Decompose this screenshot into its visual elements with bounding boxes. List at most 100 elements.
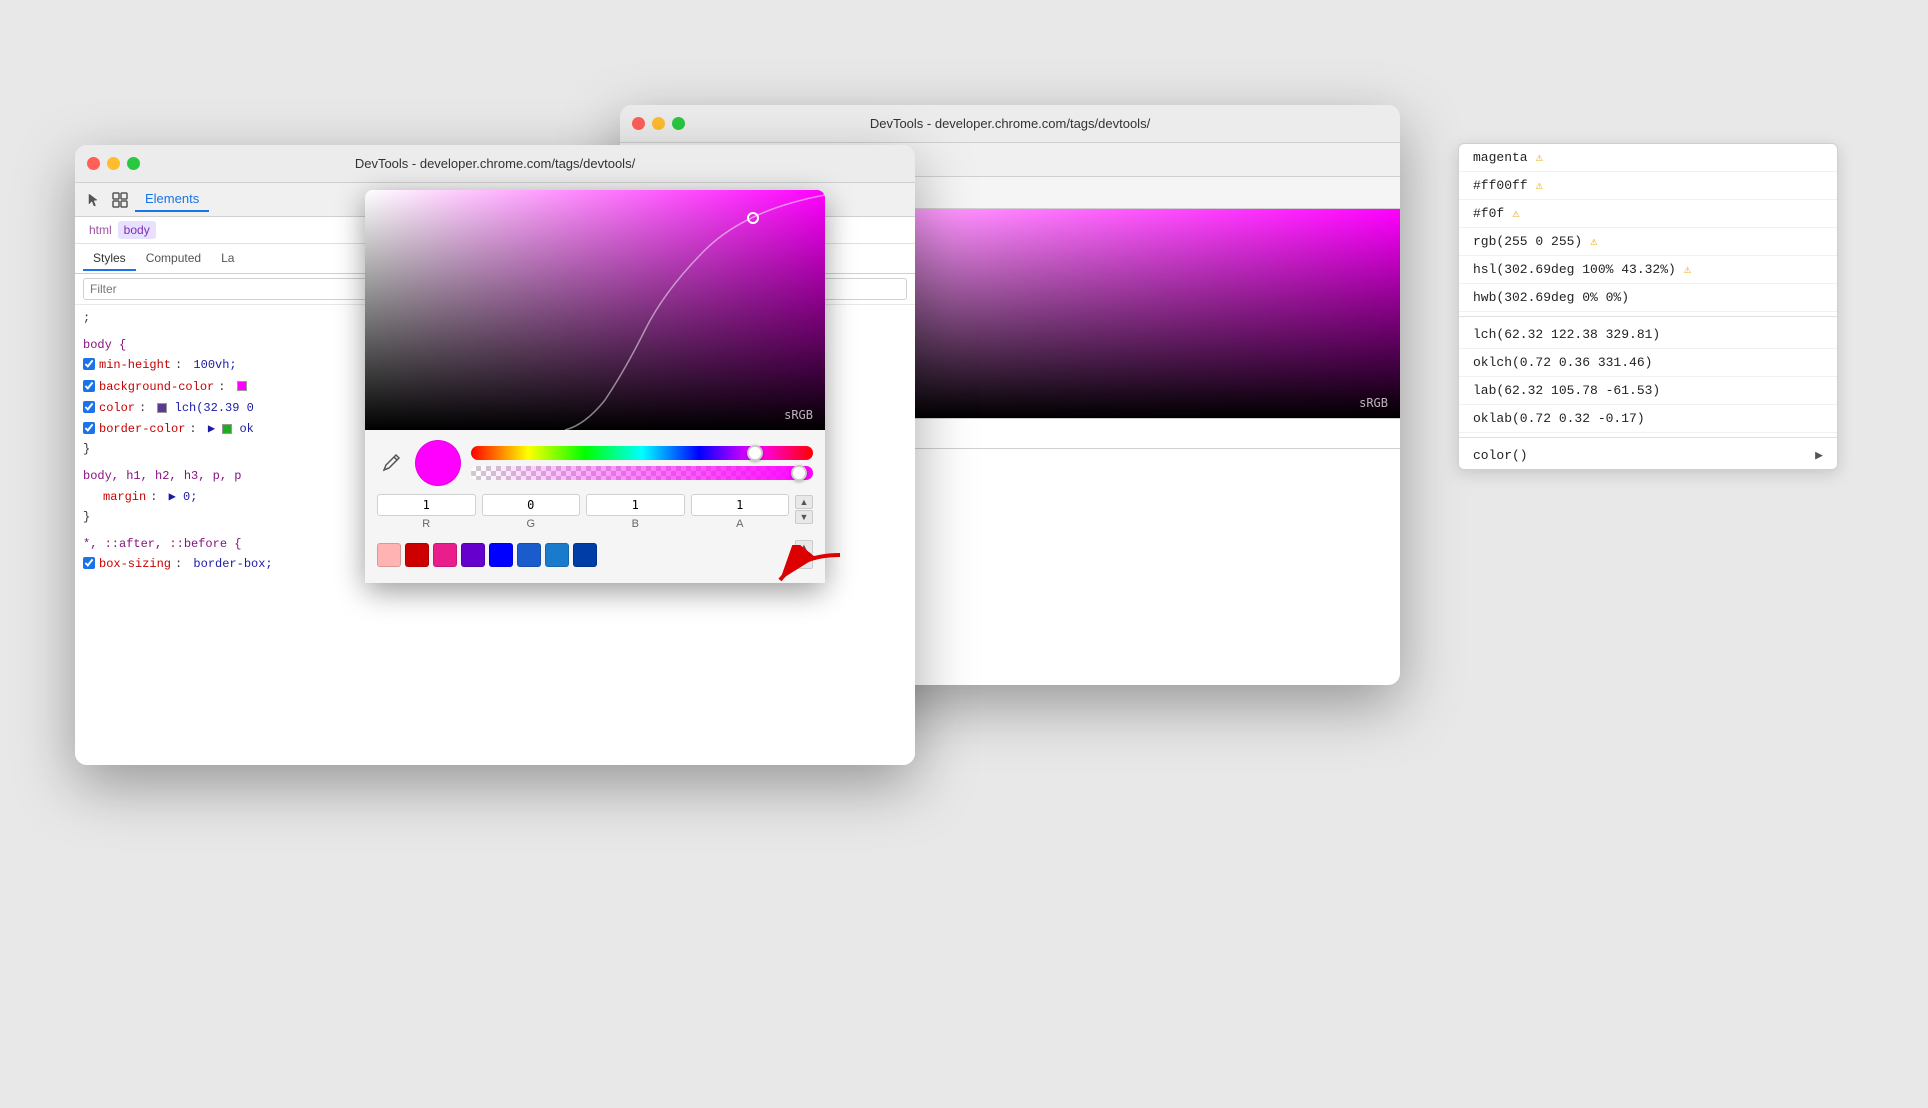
color-name-rgb[interactable]: rgb(255 0 255) ⚠: [1459, 228, 1837, 256]
alpha-slider[interactable]: [471, 466, 813, 480]
css-semicolon: ;: [83, 311, 90, 325]
breadcrumb-html[interactable]: html: [83, 221, 118, 239]
close-button-back[interactable]: [632, 117, 645, 130]
color-preview-circle: [415, 440, 461, 486]
checkbox-border-color[interactable]: [83, 422, 95, 434]
warning-icon-rgb: ⚠: [1590, 234, 1597, 249]
color-name-color[interactable]: color() ▶: [1459, 442, 1837, 469]
swatch-0[interactable]: [377, 543, 401, 567]
color-name-lch[interactable]: lch(62.32 122.38 329.81): [1459, 321, 1837, 349]
color-name-hwb-text: hwb(302.69deg 0% 0%): [1473, 290, 1629, 305]
color-name-lch-text: lch(62.32 122.38 329.81): [1473, 327, 1660, 342]
swatch-1[interactable]: [405, 543, 429, 567]
prop-name-margin: margin: [103, 488, 146, 507]
swatches-stepper-down[interactable]: ▼: [795, 555, 813, 569]
inspect-icon[interactable]: [109, 189, 131, 211]
colon-2: :: [218, 378, 232, 397]
input-group-a: A: [691, 494, 790, 530]
maximize-button-front[interactable]: [127, 157, 140, 170]
eyedropper-button[interactable]: [377, 449, 405, 477]
channel-label-a: A: [736, 518, 743, 530]
color-swatch-color[interactable]: [157, 403, 167, 413]
sliders-column: [471, 446, 813, 480]
color-gradient-area[interactable]: sRGB: [365, 190, 825, 430]
color-swatch-border[interactable]: [222, 424, 232, 434]
swatch-4[interactable]: [489, 543, 513, 567]
picker-stepper: ▲ ▼: [795, 495, 813, 524]
checkbox-background-color[interactable]: [83, 380, 95, 392]
checkbox-min-height[interactable]: [83, 358, 95, 370]
panel-tab-styles[interactable]: Styles: [83, 247, 136, 271]
color-name-ff00ff-text: #ff00ff: [1473, 178, 1528, 193]
color-name-lab[interactable]: lab(62.32 105.78 -61.53): [1459, 377, 1837, 405]
color-name-magenta[interactable]: magenta ⚠: [1459, 144, 1837, 172]
channel-label-r: R: [422, 518, 430, 530]
stepper-down[interactable]: ▼: [795, 510, 813, 524]
dropdown-divider-2: [1459, 437, 1837, 438]
prop-value-bg-color: [237, 378, 247, 397]
channel-input-b[interactable]: [586, 494, 685, 516]
prop-value-margin: ▶ 0;: [169, 488, 198, 507]
swatches-stepper: ▲ ▼: [795, 540, 813, 569]
panel-tab-computed[interactable]: Computed: [136, 247, 211, 271]
hue-slider-thumb: [747, 445, 763, 461]
color-name-oklch[interactable]: oklch(0.72 0.36 331.46): [1459, 349, 1837, 377]
maximize-button-back[interactable]: [672, 117, 685, 130]
channel-input-g[interactable]: [482, 494, 581, 516]
breadcrumb-body[interactable]: body: [118, 221, 156, 239]
dropdown-divider: [1459, 316, 1837, 317]
swatch-2[interactable]: [433, 543, 457, 567]
prop-name-box-sizing: box-sizing: [99, 555, 171, 574]
channel-input-r[interactable]: [377, 494, 476, 516]
title-bar-back: DevTools - developer.chrome.com/tags/dev…: [620, 105, 1400, 143]
swatches-stepper-up[interactable]: ▲: [795, 540, 813, 554]
warning-icon-ff00ff: ⚠: [1536, 178, 1543, 193]
swatch-7[interactable]: [573, 543, 597, 567]
channel-input-a[interactable]: [691, 494, 790, 516]
input-group-r: R: [377, 494, 476, 530]
panel-tab-la[interactable]: La: [211, 247, 244, 271]
color-name-f0f-text: #f0f: [1473, 206, 1504, 221]
window-title-front: DevTools - developer.chrome.com/tags/dev…: [355, 156, 635, 171]
minimize-button-front[interactable]: [107, 157, 120, 170]
prop-name-bg-color: background-color: [99, 378, 214, 397]
cursor-icon[interactable]: [83, 189, 105, 211]
srgb-label: sRGB: [784, 408, 813, 422]
swatch-3[interactable]: [461, 543, 485, 567]
swatch-6[interactable]: [545, 543, 569, 567]
channel-label-b: B: [632, 518, 639, 530]
hue-slider[interactable]: [471, 446, 813, 460]
prop-name-min-height: min-height: [99, 356, 171, 375]
window-title-back: DevTools - developer.chrome.com/tags/dev…: [870, 116, 1150, 131]
color-name-f0f[interactable]: #f0f ⚠: [1459, 200, 1837, 228]
stepper-up[interactable]: ▲: [795, 495, 813, 509]
picker-body: R G B A ▲ ▼: [365, 430, 825, 583]
prop-value-min-height: 100vh;: [193, 356, 236, 375]
color-arrow-icon: ▶: [1815, 448, 1823, 463]
swatch-5[interactable]: [517, 543, 541, 567]
color-name-color-text: color(): [1473, 448, 1528, 463]
colon-3: :: [139, 399, 153, 418]
traffic-lights-front: [87, 157, 140, 170]
picker-row-top: [377, 440, 813, 486]
checkbox-color[interactable]: [83, 401, 95, 413]
color-names-dropdown[interactable]: magenta ⚠ #ff00ff ⚠ #f0f ⚠ rgb(255 0 255…: [1458, 143, 1838, 470]
input-group-b: B: [586, 494, 685, 530]
alpha-slider-thumb: [791, 465, 807, 481]
prop-name-border-color: border-color: [99, 420, 185, 439]
color-name-hwb[interactable]: hwb(302.69deg 0% 0%): [1459, 284, 1837, 312]
color-name-hsl[interactable]: hsl(302.69deg 100% 43.32%) ⚠: [1459, 256, 1837, 284]
minimize-button-back[interactable]: [652, 117, 665, 130]
picker-inputs-row: R G B A ▲ ▼: [377, 494, 813, 530]
color-name-oklab[interactable]: oklab(0.72 0.32 -0.17): [1459, 405, 1837, 433]
channel-label-g: G: [526, 518, 535, 530]
color-name-magenta-text: magenta: [1473, 150, 1528, 165]
color-name-ff00ff[interactable]: #ff00ff ⚠: [1459, 172, 1837, 200]
input-group-g: G: [482, 494, 581, 530]
close-button-front[interactable]: [87, 157, 100, 170]
color-name-oklab-text: oklab(0.72 0.32 -0.17): [1473, 411, 1645, 426]
checkbox-box-sizing[interactable]: [83, 557, 95, 569]
tab-elements-front[interactable]: Elements: [135, 187, 209, 212]
prop-name-color: color: [99, 399, 135, 418]
color-swatch-bg[interactable]: [237, 381, 247, 391]
